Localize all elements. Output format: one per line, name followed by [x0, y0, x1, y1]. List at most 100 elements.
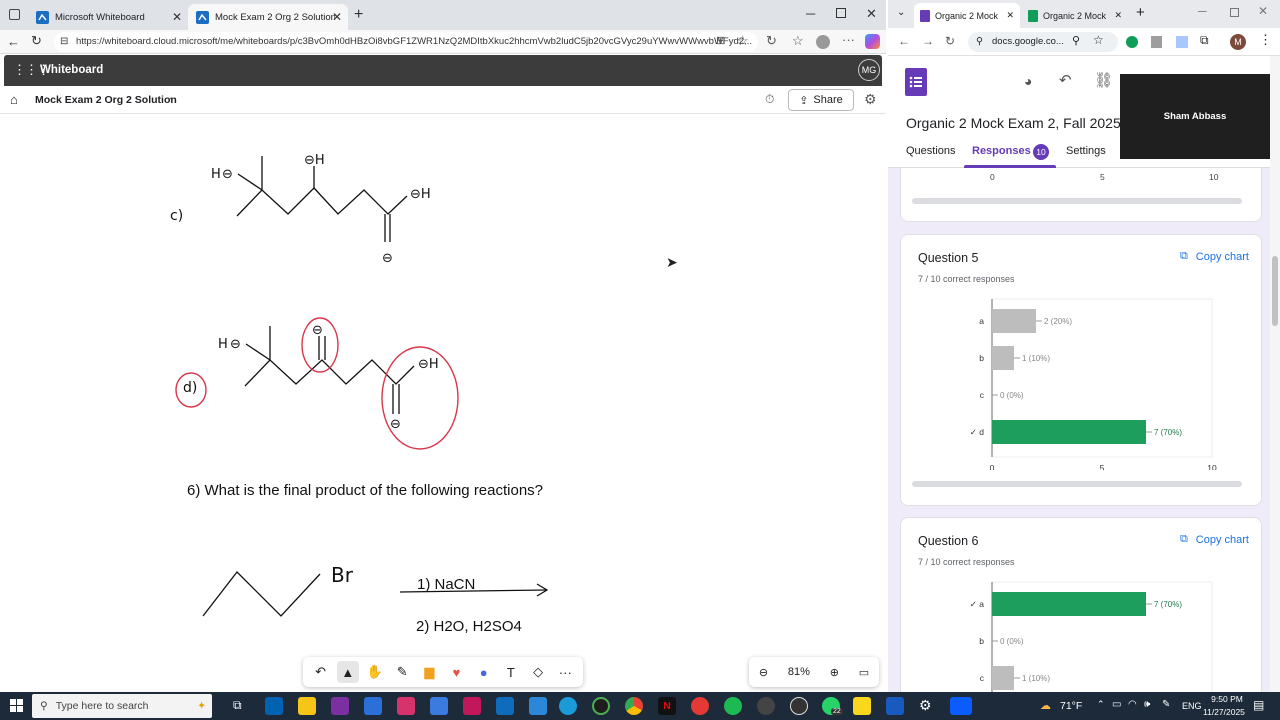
close-tab-icon[interactable]: ✕	[1006, 10, 1014, 21]
tab-questions[interactable]: Questions	[906, 145, 956, 157]
refresh-icon[interactable]: ↻	[945, 34, 955, 48]
undo-icon[interactable]: ↶	[1059, 71, 1072, 89]
chatgpt-icon[interactable]	[790, 697, 808, 715]
vscode-icon[interactable]	[364, 697, 382, 715]
tab-actions-icon[interactable]	[9, 9, 20, 20]
whiteboard-canvas[interactable]: c) H ⊖ ⊖H ⊖H ⊖ d) H ⊖ ⊖ ⊖H ⊖ 6) What is …	[0, 114, 886, 692]
close-tab-icon[interactable]: ✕	[1114, 10, 1122, 21]
extension-icon[interactable]	[1176, 36, 1188, 48]
more-menu-icon[interactable]: ⋮	[1259, 32, 1272, 48]
refresh-icon[interactable]: ↻	[31, 33, 42, 49]
chrome-icon[interactable]	[625, 697, 643, 715]
sticky-notes-icon[interactable]	[853, 697, 871, 715]
wifi-icon[interactable]: ◠	[1128, 699, 1137, 710]
reactions-icon[interactable]: ♥	[446, 661, 468, 683]
site-info-icon[interactable]: ⊟	[60, 32, 68, 52]
edge-browser-icon[interactable]	[559, 697, 577, 715]
user-avatar[interactable]: MG	[858, 59, 880, 81]
maximize-icon[interactable]	[836, 8, 846, 18]
split-screen-icon[interactable]: ⊞	[716, 34, 725, 47]
favorite-star-icon[interactable]: ☆	[737, 33, 749, 49]
tab-mock-exam[interactable]: Mock Exam 2 Org 2 Solution | Mi ✕	[188, 4, 348, 30]
close-tab-icon[interactable]: ✕	[332, 10, 342, 24]
zoom-app-icon[interactable]	[950, 697, 972, 715]
tray-chevron-icon[interactable]: ⌃	[1097, 699, 1105, 710]
file-explorer-icon[interactable]	[298, 697, 316, 715]
app-icon[interactable]	[757, 697, 775, 715]
extension-icon[interactable]	[1151, 36, 1162, 48]
task-view-icon[interactable]: ⧉	[233, 698, 242, 713]
palette-icon[interactable]: ◕	[1024, 73, 1032, 89]
tab-microsoft-whiteboard[interactable]: Microsoft Whiteboard ✕	[28, 4, 188, 30]
youtube-icon[interactable]	[691, 697, 709, 715]
copilot-icon[interactable]	[865, 34, 880, 49]
copilot-ai-icon[interactable]: ●	[473, 661, 495, 683]
board-title[interactable]: Mock Exam 2 Org 2 Solution	[35, 94, 177, 106]
copy-chart-button[interactable]: ⧉ Copy chart	[1180, 250, 1249, 263]
chevron-down-icon[interactable]: ⌄	[165, 92, 173, 103]
back-icon[interactable]: ←	[898, 34, 910, 48]
hand-pan-icon[interactable]: ✋	[364, 661, 386, 683]
new-tab-icon[interactable]: +	[354, 6, 363, 24]
zoom-in-icon[interactable]: ⊕	[830, 666, 839, 679]
fit-to-screen-icon[interactable]: ▭	[859, 666, 869, 679]
chart-scrollbar[interactable]	[912, 481, 1242, 487]
clock-date[interactable]: 11/27/2025	[1203, 707, 1245, 717]
app-icon[interactable]	[592, 697, 610, 715]
taskbar-search[interactable]: ⚲ Type here to search ✦	[32, 694, 212, 718]
back-icon[interactable]: ←	[7, 34, 20, 49]
sticky-note-icon[interactable]: ▆	[418, 661, 440, 683]
tab-organic-2-mock-2[interactable]: Organic 2 Mock ✕	[1022, 3, 1128, 28]
extension-icon[interactable]	[1126, 36, 1138, 48]
app-icon[interactable]	[463, 697, 481, 715]
zoom-icon[interactable]: ⚲	[1072, 34, 1080, 47]
clock-time[interactable]: 9:50 PM	[1207, 694, 1247, 704]
onenote-icon[interactable]	[331, 697, 349, 715]
minimize-icon[interactable]: ─	[1198, 4, 1207, 18]
shapes-icon[interactable]: ◇	[527, 661, 549, 683]
pen-icon[interactable]: ✎	[391, 661, 413, 683]
close-window-icon[interactable]: ✕	[1258, 4, 1268, 18]
more-tools-icon[interactable]: ···	[554, 661, 576, 683]
extensions-icon[interactable]: ↻	[766, 33, 777, 49]
pen-tray-icon[interactable]: ✎	[1162, 699, 1170, 710]
undo-icon[interactable]: ↶	[310, 661, 332, 683]
instagram-icon[interactable]	[397, 697, 415, 715]
tab-organic-2-mock-1[interactable]: Organic 2 Mock ✕	[914, 3, 1020, 28]
scroll-thumb[interactable]	[1272, 256, 1278, 326]
settings-gear-icon[interactable]: ⚙	[919, 697, 932, 714]
windows-start-icon[interactable]	[10, 699, 23, 712]
tab-responses[interactable]: Responses	[972, 145, 1031, 157]
home-icon[interactable]: ⌂	[10, 92, 18, 107]
favorites-icon[interactable]: ☆	[792, 33, 804, 49]
zoom-out-icon[interactable]: ⊖	[759, 666, 768, 679]
notifications-icon[interactable]: ▤	[1253, 698, 1264, 712]
link-icon[interactable]: ⛓	[1094, 71, 1113, 89]
page-scrollbar[interactable]	[1270, 56, 1280, 692]
site-info-icon[interactable]: ⚲	[976, 32, 983, 52]
close-window-icon[interactable]: ✕	[866, 6, 877, 22]
tab-list-chevron-icon[interactable]: ⌄	[897, 7, 905, 18]
volume-icon[interactable]: 🕪	[1144, 699, 1150, 710]
url-field[interactable]: ⊟ https://whiteboard.cloud.microsoft/me/…	[54, 32, 758, 52]
spotify-icon[interactable]	[724, 697, 742, 715]
copy-chart-button[interactable]: ⧉ Copy chart	[1180, 533, 1249, 546]
more-menu-icon[interactable]: ···	[842, 32, 855, 47]
language-indicator[interactable]: ENG	[1182, 701, 1202, 711]
text-tool-icon[interactable]: T	[500, 661, 522, 683]
word-icon[interactable]	[886, 697, 904, 715]
mail-icon[interactable]	[529, 697, 547, 715]
new-tab-icon[interactable]: +	[1136, 4, 1145, 21]
close-tab-icon[interactable]: ✕	[172, 10, 182, 24]
participant-video-tile[interactable]: Sham Abbass	[1120, 74, 1270, 159]
chart-scrollbar[interactable]	[912, 198, 1242, 204]
maximize-icon[interactable]	[1230, 8, 1239, 17]
tab-settings[interactable]: Settings	[1066, 145, 1106, 157]
forward-icon[interactable]: →	[922, 34, 934, 48]
profile-avatar[interactable]: M	[1230, 34, 1246, 50]
outlook-icon[interactable]	[496, 697, 514, 715]
timer-icon[interactable]: ⏱	[765, 92, 774, 107]
battery-icon[interactable]: ▭	[1112, 699, 1121, 710]
bookmark-star-icon[interactable]: ☆	[1093, 33, 1104, 47]
settings-gear-icon[interactable]: ⚙	[864, 91, 877, 108]
